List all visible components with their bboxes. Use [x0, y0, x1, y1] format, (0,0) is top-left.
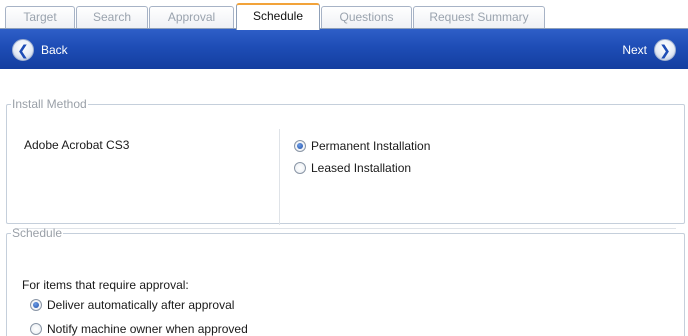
- tab-approval[interactable]: Approval: [149, 6, 234, 29]
- radio-checked-icon[interactable]: [30, 299, 42, 311]
- install-method-group: Install Method Adobe Acrobat CS3 Permane…: [6, 97, 685, 229]
- arrow-left-circle-icon: ❮: [12, 38, 34, 61]
- radio-unchecked-icon[interactable]: [30, 323, 42, 335]
- tab-label: Approval: [167, 10, 216, 24]
- schedule-group: Schedule For items that require approval…: [6, 226, 685, 336]
- back-label: Back: [41, 42, 68, 57]
- notify-owner-radio[interactable]: Notify machine owner when approved: [30, 322, 248, 336]
- tab-target[interactable]: Target: [5, 6, 75, 29]
- application-name: Adobe Acrobat CS3: [24, 138, 130, 152]
- radio-label: Deliver automatically after approval: [47, 298, 235, 312]
- deliver-automatically-radio[interactable]: Deliver automatically after approval: [30, 298, 234, 312]
- approval-prompt: For items that require approval:: [22, 278, 189, 292]
- tab-request-summary[interactable]: Request Summary: [413, 6, 545, 29]
- radio-checked-icon[interactable]: [294, 140, 306, 152]
- next-button[interactable]: Next ❯: [622, 38, 676, 61]
- radio-label: Permanent Installation: [311, 139, 431, 153]
- back-button[interactable]: ❮ Back: [12, 38, 68, 61]
- radio-label: Notify machine owner when approved: [47, 322, 248, 336]
- tab-strip: Target Search Approval Schedule Question…: [0, 0, 688, 30]
- tab-schedule[interactable]: Schedule: [236, 3, 320, 30]
- next-label: Next: [622, 42, 647, 57]
- radio-label: Leased Installation: [311, 161, 412, 175]
- tab-questions[interactable]: Questions: [321, 6, 412, 29]
- install-method-legend: Install Method: [12, 97, 87, 111]
- tab-label: Schedule: [252, 9, 304, 23]
- tab-label: Search: [92, 10, 132, 24]
- tab-label: Questions: [339, 10, 394, 24]
- leased-installation-radio[interactable]: Leased Installation: [294, 161, 411, 175]
- permanent-installation-radio[interactable]: Permanent Installation: [294, 139, 430, 153]
- tab-label: Request Summary: [429, 10, 529, 24]
- vertical-divider: [279, 129, 280, 225]
- wizard-nav-bar: ❮ Back Next ❯: [0, 29, 688, 69]
- schedule-legend: Schedule: [12, 226, 63, 240]
- tab-search[interactable]: Search: [76, 6, 148, 29]
- tab-label: Target: [23, 10, 57, 24]
- radio-unchecked-icon[interactable]: [294, 162, 306, 174]
- arrow-right-circle-icon: ❯: [654, 38, 676, 61]
